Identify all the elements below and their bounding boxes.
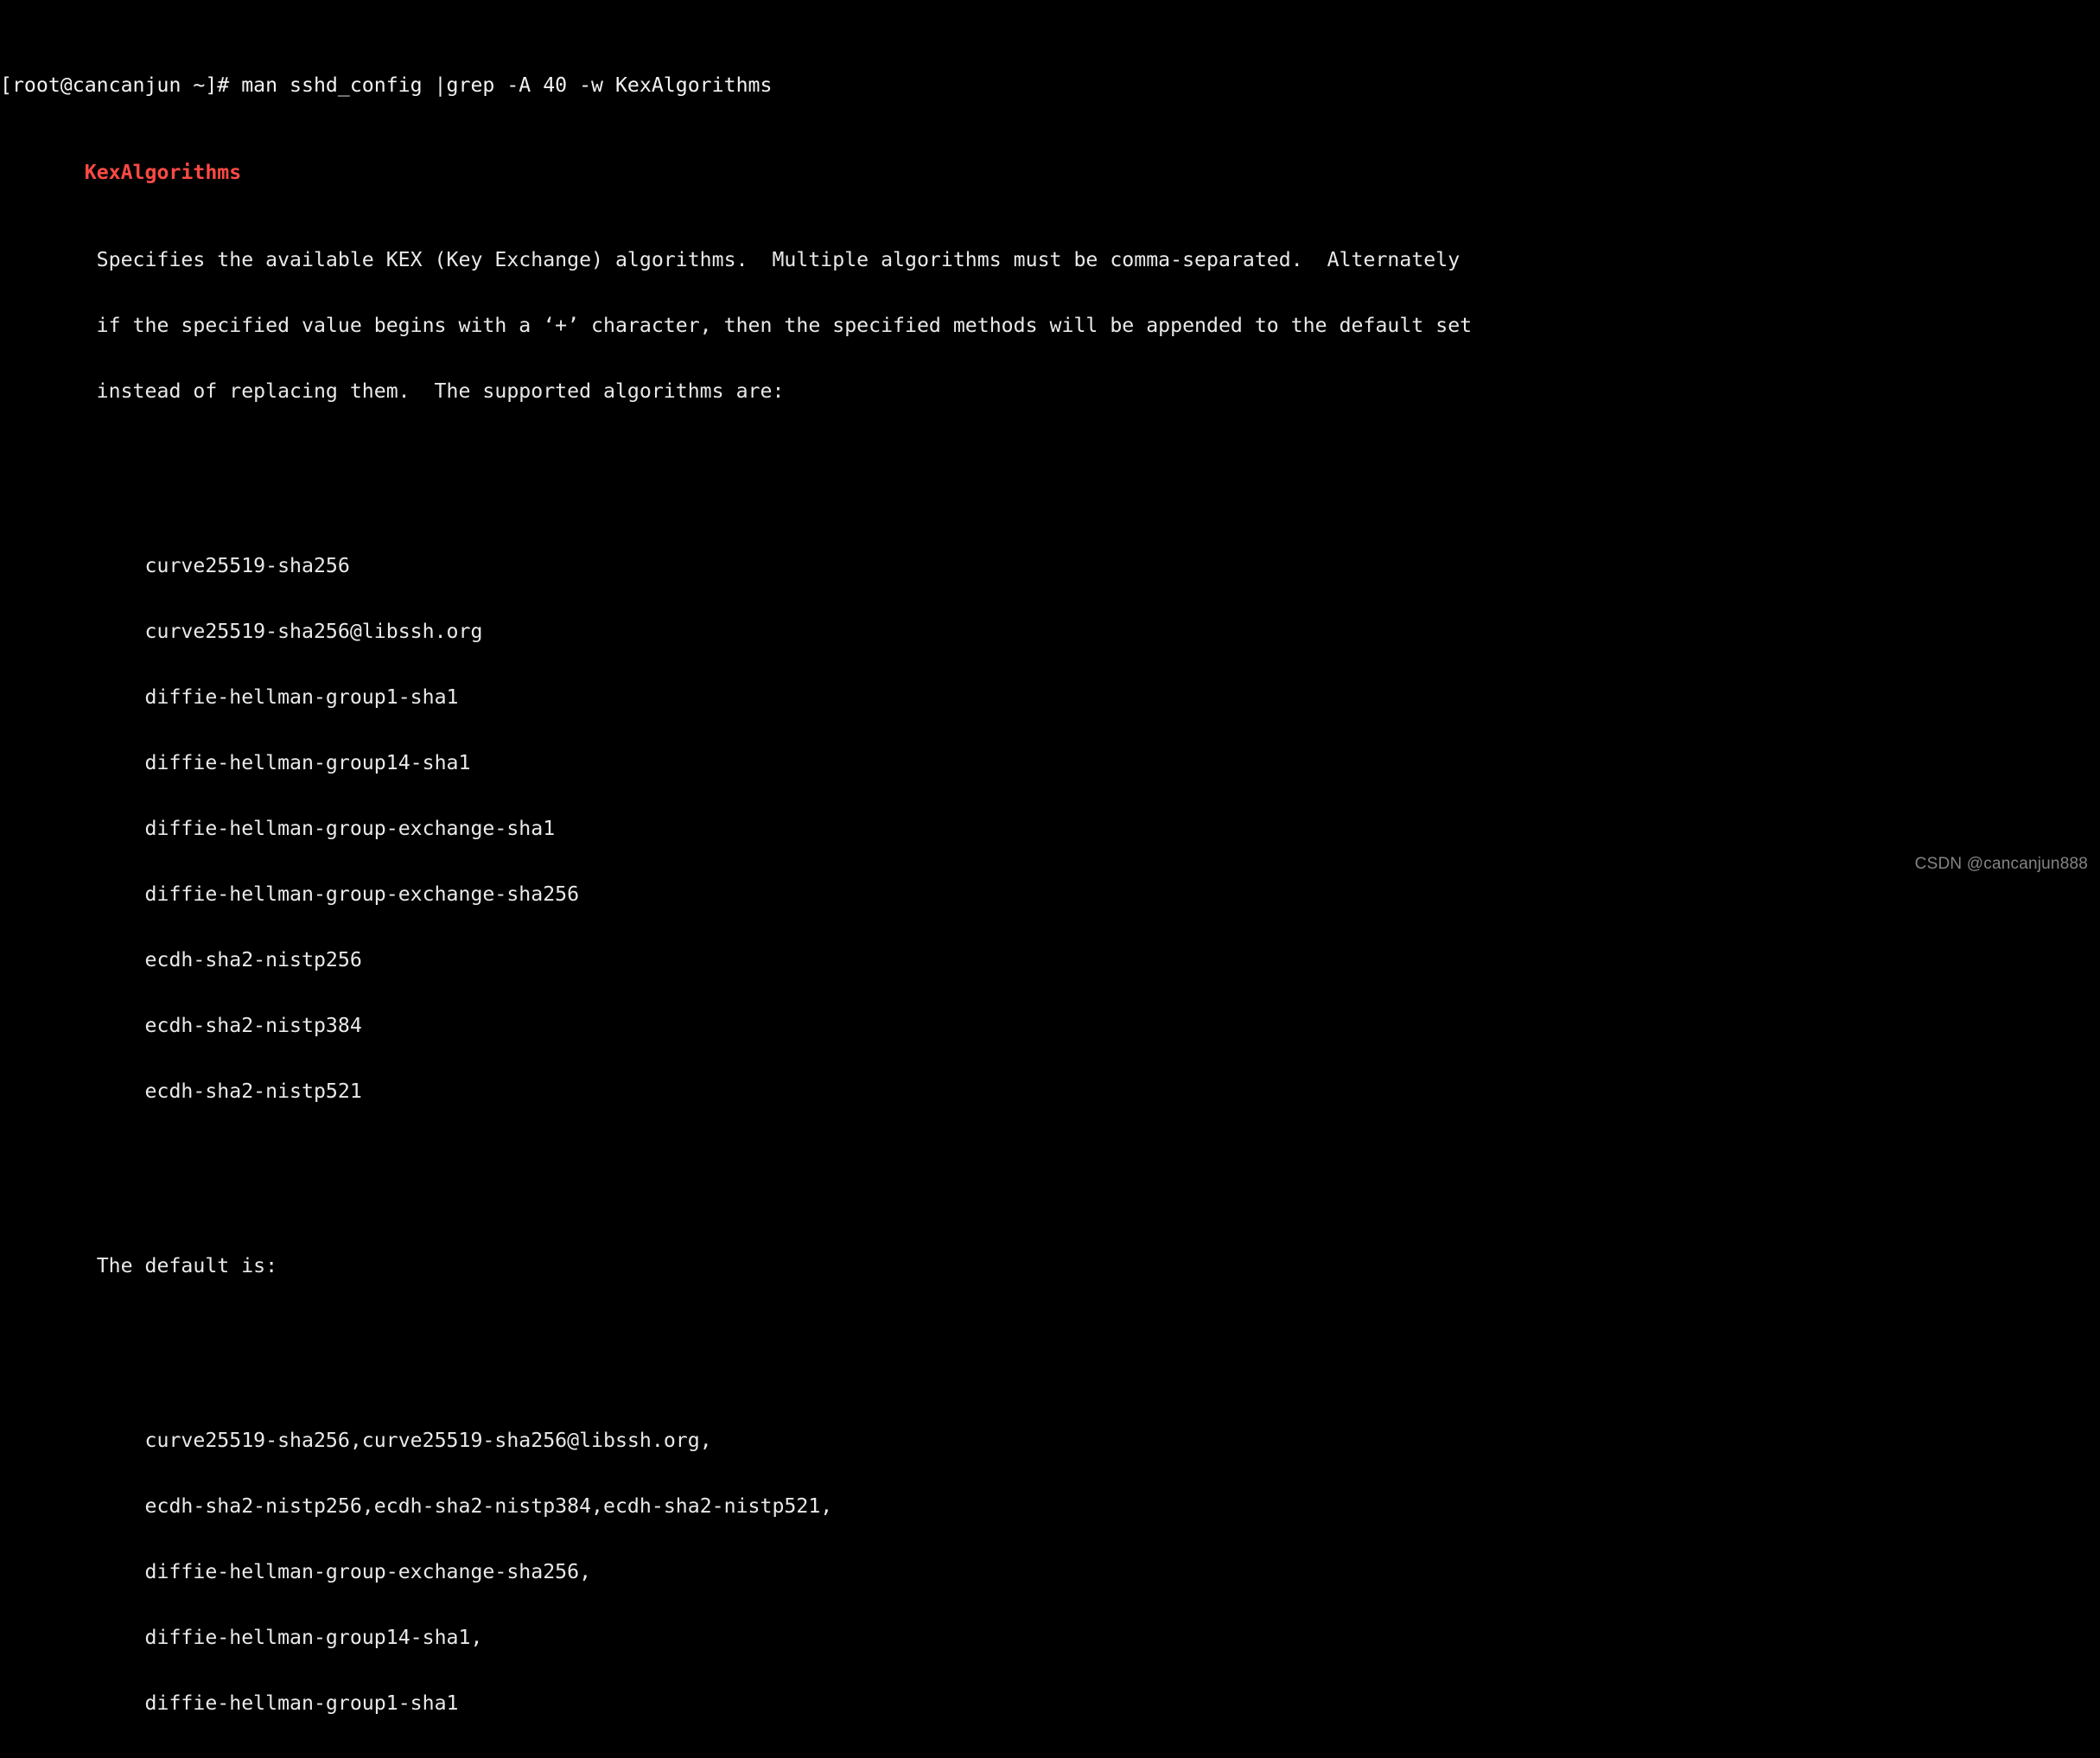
list-indent: [0, 817, 145, 840]
algorithm-name: diffie-hellman-group-exchange-sha256: [144, 882, 580, 906]
algorithm-list-item: curve25519-sha256@libssh.org: [0, 621, 2100, 642]
list-indent: [0, 1626, 145, 1649]
terminal-screen: [root@cancanjun ~]# man sshd_config |gre…: [0, 0, 2100, 1758]
default-value-line: diffie-hellman-group14-sha1,: [0, 1627, 2100, 1648]
default-value-line: ecdh-sha2-nistp256,ecdh-sha2-nistp384,ec…: [0, 1495, 2100, 1517]
algorithm-list-item: ecdh-sha2-nistp521: [0, 1080, 2100, 1102]
default-label: The default is:: [96, 1253, 278, 1277]
description-line-1: Specifies the available KEX (Key Exchang…: [0, 248, 1460, 272]
list-indent: [0, 1494, 145, 1518]
algorithm-list-item: ecdh-sha2-nistp384: [0, 1015, 2100, 1036]
terminal-window[interactable]: [root@cancanjun ~]# man sshd_config |gre…: [0, 0, 2100, 1714]
default-algorithm-value: curve25519-sha256,curve25519-sha256@libs…: [144, 1429, 712, 1453]
algorithm-name: curve25519-sha256@libssh.org: [144, 620, 483, 644]
default-value-line: curve25519-sha256,curve25519-sha256@libs…: [0, 1430, 2100, 1451]
default-label-line: The default is:: [0, 1255, 2100, 1277]
algorithm-name: ecdh-sha2-nistp256: [144, 947, 362, 971]
list-indent: [0, 948, 145, 971]
algorithm-list-item: diffie-hellman-group1-sha1: [0, 686, 2100, 708]
description-line-2: if the specified value begins with a ‘+’…: [0, 314, 1473, 338]
algorithm-list-item: ecdh-sha2-nistp256: [0, 949, 2100, 971]
algorithm-list-item: diffie-hellman-group14-sha1: [0, 752, 2100, 774]
algorithm-name: ecdh-sha2-nistp384: [144, 1013, 362, 1037]
algorithm-list-item: curve25519-sha256: [0, 555, 2100, 576]
paragraph-indent: [0, 1254, 97, 1277]
list-indent: [0, 1429, 145, 1452]
list-indent: [0, 751, 145, 774]
list-indent: [0, 1560, 145, 1583]
kexalgorithms-heading: KexAlgorithms: [84, 161, 242, 185]
shell-prompt-line: [root@cancanjun ~]# man sshd_config |gre…: [0, 73, 773, 97]
algorithm-name: curve25519-sha256: [144, 554, 350, 578]
algorithm-name: diffie-hellman-group1-sha1: [144, 685, 459, 710]
default-algorithm-value: ecdh-sha2-nistp256,ecdh-sha2-nistp384,ec…: [144, 1494, 833, 1519]
description-line-3: instead of replacing them. The supported…: [0, 379, 785, 404]
list-indent: [0, 1080, 145, 1103]
algorithm-name: diffie-hellman-group-exchange-sha1: [144, 816, 556, 840]
csdn-watermark: CSDN @cancanjun888: [1914, 855, 2088, 873]
default-algorithm-value: diffie-hellman-group1-sha1: [144, 1691, 459, 1715]
list-indent: [0, 1014, 145, 1037]
list-indent: [0, 685, 145, 709]
list-indent: [0, 620, 145, 643]
default-algorithm-value: diffie-hellman-group-exchange-sha256,: [144, 1560, 592, 1584]
man-section-heading-line: KexAlgorithms: [0, 162, 2100, 183]
algorithm-list-item: diffie-hellman-group-exchange-sha256: [0, 883, 2100, 905]
algorithm-list-item: diffie-hellman-group-exchange-sha1: [0, 818, 2100, 839]
default-value-line: diffie-hellman-group1-sha1: [0, 1692, 2100, 1714]
default-algorithm-value: diffie-hellman-group14-sha1,: [144, 1625, 483, 1649]
list-indent: [0, 882, 145, 906]
algorithm-name: ecdh-sha2-nistp521: [144, 1079, 362, 1103]
algorithm-name: diffie-hellman-group14-sha1: [144, 751, 471, 775]
heading-indent: [0, 161, 85, 184]
list-indent: [0, 1691, 145, 1715]
default-value-line: diffie-hellman-group-exchange-sha256,: [0, 1561, 2100, 1583]
list-indent: [0, 554, 145, 577]
